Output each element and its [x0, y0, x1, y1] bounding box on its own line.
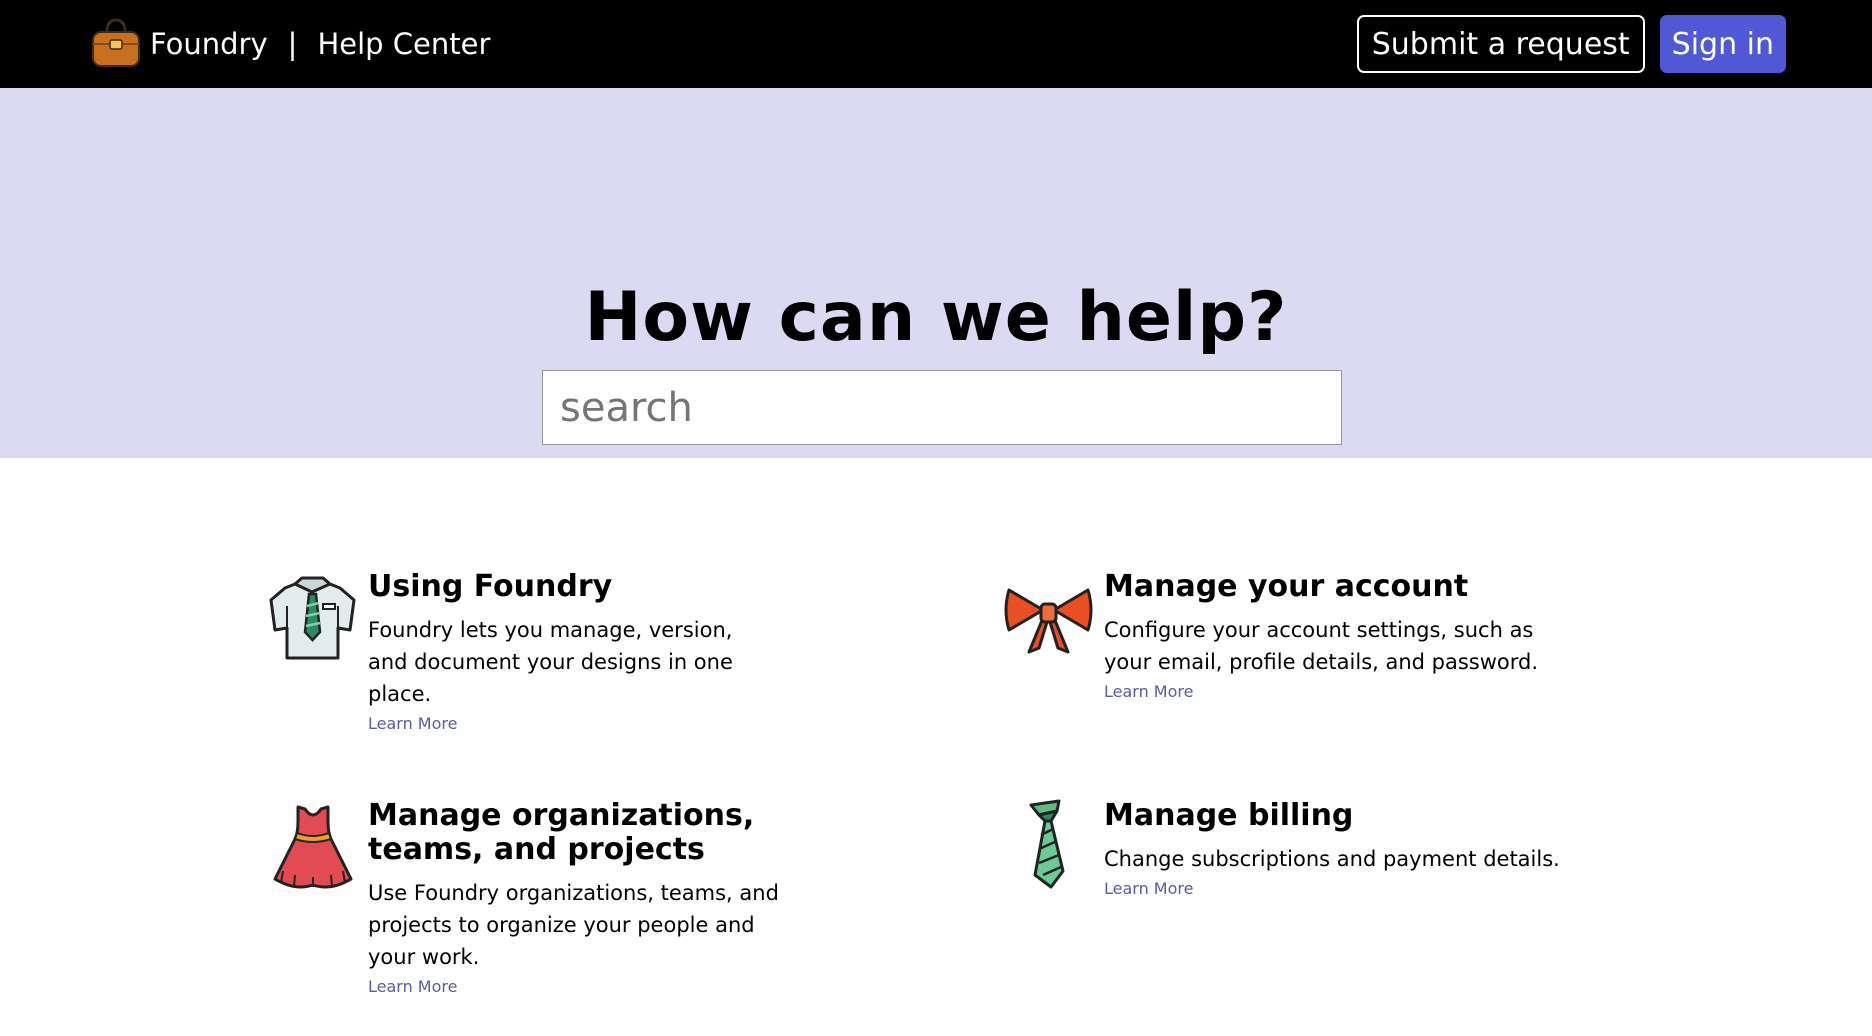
category-billing: Manage billing Change subscriptions and …	[1001, 799, 1584, 898]
brand-separator: |	[287, 27, 298, 61]
hero-section: How can we help?	[0, 88, 1872, 458]
category-description: Change subscriptions and payment details…	[1104, 847, 1560, 871]
nav-actions: Submit a request Sign in	[1356, 15, 1786, 73]
shirt-icon	[265, 570, 360, 665]
category-title: Manage billing	[1104, 798, 1354, 833]
search-input[interactable]	[542, 370, 1342, 445]
category-title: Manage your account	[1104, 569, 1469, 604]
category-grid: Using Foundry Foundry lets you manage, v…	[0, 458, 1872, 1036]
bow-icon	[1001, 570, 1096, 665]
category-organizations: Manage organizations, teams, and project…	[265, 799, 848, 996]
category-description: Configure your account settings, such as…	[1104, 618, 1539, 674]
dress-icon	[265, 799, 360, 894]
necktie-icon	[1001, 799, 1096, 894]
learn-more-link[interactable]: Learn More	[1104, 879, 1193, 898]
submit-request-button[interactable]: Submit a request	[1356, 15, 1645, 73]
brand-home-link[interactable]: Foundry | Help Center	[88, 14, 490, 74]
handbag-icon	[88, 14, 144, 74]
brand-subtitle: Help Center	[317, 27, 491, 61]
learn-more-link[interactable]: Learn More	[368, 977, 457, 996]
learn-more-link[interactable]: Learn More	[368, 714, 457, 733]
top-navbar: Foundry | Help Center Submit a request S…	[0, 0, 1872, 88]
category-manage-account: Manage your account Configure your accou…	[1001, 570, 1584, 701]
category-description: Foundry lets you manage, version, and do…	[368, 618, 733, 706]
page-title: How can we help?	[584, 278, 1288, 357]
learn-more-link[interactable]: Learn More	[1104, 682, 1193, 701]
sign-in-button[interactable]: Sign in	[1659, 15, 1786, 73]
brand-name: Foundry	[150, 27, 268, 61]
category-title: Manage organizations, teams, and project…	[368, 798, 755, 867]
category-title: Using Foundry	[368, 569, 613, 604]
category-description: Use Foundry organizations, teams, and pr…	[368, 881, 779, 969]
category-using-foundry: Using Foundry Foundry lets you manage, v…	[265, 570, 768, 733]
